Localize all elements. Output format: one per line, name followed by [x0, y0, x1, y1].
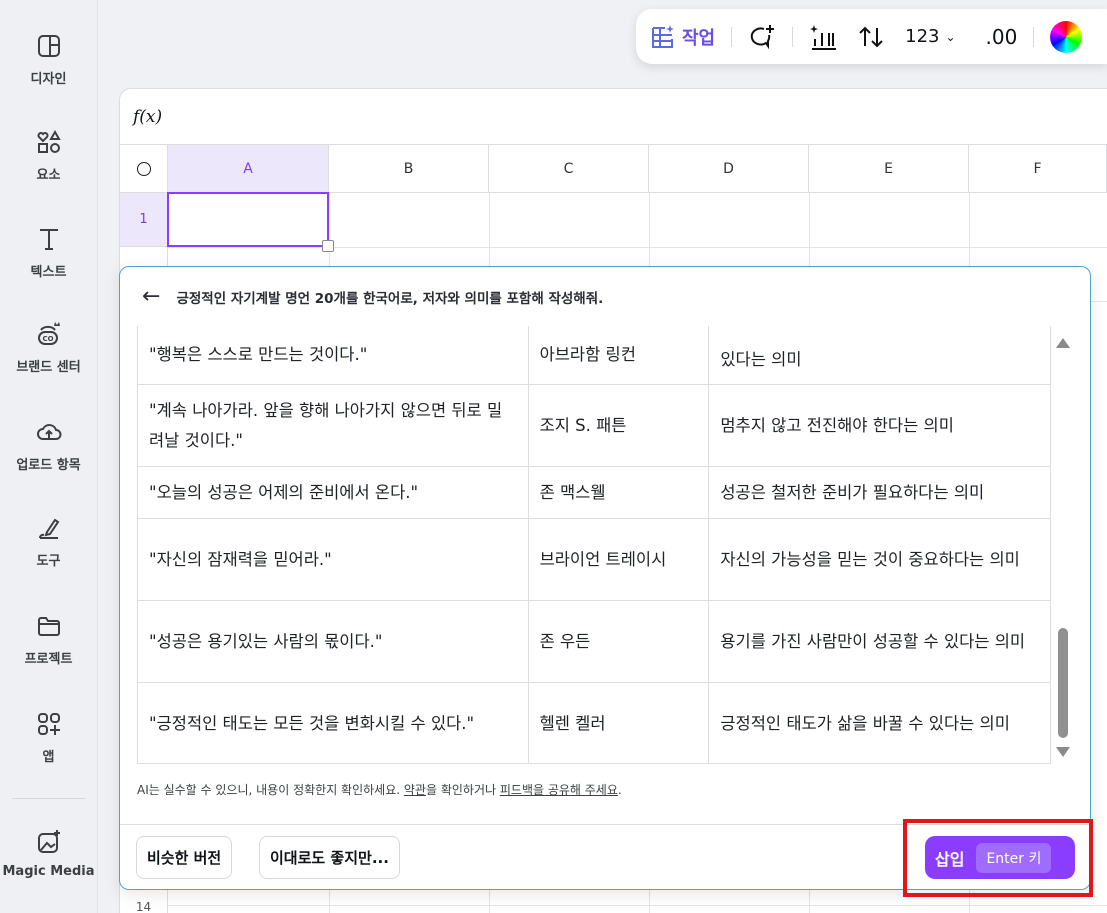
quote-cell: "계속 나아가라. 앞을 향해 나아가지 않으면 뒤로 밀려날 것이다." — [137, 384, 529, 467]
author-cell: 조지 S. 패튼 — [527, 384, 710, 467]
meaning-cell: 자신의 가능성을 믿는 것이 중요하다는 의미 — [708, 518, 1051, 601]
sidebar-item-design[interactable]: 디자인 — [0, 32, 97, 87]
table-row: "자신의 잠재력을 믿어라." 브라이언 트레이시 자신의 가능성을 믿는 것이 중… — [137, 518, 1051, 601]
scrollbar[interactable] — [1053, 326, 1073, 764]
color-picker-button[interactable] — [1050, 20, 1083, 53]
author-cell: 존 우든 — [527, 600, 710, 683]
row-header-14[interactable]: 14 — [136, 901, 151, 913]
chart-sparkle-icon — [810, 24, 837, 50]
formula-bar[interactable]: f(x) — [120, 89, 1107, 145]
terms-link[interactable]: 약관 — [404, 783, 426, 797]
number-format-dropdown[interactable]: 123 ⌄ — [905, 26, 955, 47]
sidebar: 디자인 요소 텍스트 CO 브랜드 센터 업로드 항목 도구 프로젝트 앱 Ma… — [0, 0, 98, 913]
selected-cell-a1[interactable] — [167, 192, 329, 247]
magic-table-icon — [652, 24, 674, 48]
toolbar-divider — [1033, 26, 1035, 47]
refine-button[interactable]: 이대로도 좋지만... — [259, 836, 400, 879]
quote-cell: "오늘의 성공은 어제의 준비에서 온다." — [137, 466, 529, 519]
column-header-d[interactable]: D — [649, 145, 809, 193]
sidebar-item-uploads[interactable]: 업로드 항목 — [0, 418, 97, 473]
task-button[interactable]: 작업 — [650, 24, 715, 50]
column-header-e[interactable]: E — [809, 145, 969, 193]
brand-icon: CO — [37, 322, 60, 345]
row-header-1[interactable]: 1 — [120, 193, 168, 247]
sidebar-item-text[interactable]: 텍스트 — [0, 225, 97, 280]
sidebar-item-elements[interactable]: 요소 — [0, 128, 97, 183]
scroll-up-icon[interactable] — [1056, 338, 1070, 348]
column-header-c[interactable]: C — [489, 145, 649, 193]
quote-cell: "자신의 잠재력을 믿어라." — [137, 518, 529, 601]
prompt-text: 긍정적인 자기계발 명언 20개를 한국어로, 저자와 의미를 포함해 작성해줘… — [176, 290, 604, 307]
column-header-a[interactable]: A — [168, 145, 329, 193]
quote-cell: "성공은 용기있는 사람의 몫이다." — [137, 600, 529, 683]
meaning-cell: 있다는 의미 — [708, 326, 1051, 385]
meaning-cell: 용기를 가진 사람만이 성공할 수 있다는 의미 — [708, 600, 1051, 683]
sidebar-item-apps[interactable]: 앱 — [0, 710, 97, 765]
sidebar-item-magic-media[interactable]: Magic Media — [0, 828, 97, 879]
sort-icon — [859, 26, 883, 47]
color-wheel-icon — [1050, 20, 1083, 53]
add-comment-button[interactable] — [748, 23, 776, 51]
decimal-button[interactable]: .00 — [986, 25, 1018, 49]
dialog-header: ← 긍정적인 자기계발 명언 20개를 한국어로, 저자와 의미를 포함해 작성… — [120, 267, 1090, 326]
comment-add-icon — [750, 24, 775, 49]
sidebar-item-brand[interactable]: CO 브랜드 센터 — [0, 320, 97, 375]
meaning-cell: 성공은 철저한 준비가 필요하다는 의미 — [708, 466, 1051, 519]
apps-icon — [37, 713, 60, 735]
table-row: "긍정적인 태도는 모든 것을 변화시킬 수 있다." 헬렌 켈러 긍정적인 태도가… — [137, 682, 1051, 763]
back-arrow-icon[interactable]: ← — [142, 284, 160, 309]
quote-cell: "긍정적인 태도는 모든 것을 변화시킬 수 있다." — [137, 682, 529, 763]
chevron-down-icon: ⌄ — [945, 29, 956, 44]
author-cell: 브라이언 트레이시 — [527, 518, 710, 601]
feedback-link[interactable]: 피드백을 공유해 주세요 — [500, 783, 618, 797]
shapes-icon — [37, 129, 61, 153]
meaning-cell: 긍정적인 태도가 삶을 바꿀 수 있다는 의미 — [708, 682, 1051, 763]
meaning-cell: 멈추지 않고 전진해야 한다는 의미 — [708, 384, 1051, 467]
disclaimer: AI는 실수할 수 있으니, 내용이 정확한지 확인하세요. 약관을 확인하거나… — [137, 783, 622, 797]
table-row: "오늘의 성공은 어제의 준비에서 온다." 존 맥스웰 성공은 철저한 준비가 필… — [137, 466, 1051, 519]
author-cell: 아브라함 링컨 — [527, 326, 710, 385]
magic-media-icon — [37, 830, 60, 853]
author-cell: 헬렌 켈러 — [527, 682, 710, 763]
table-row: "행복은 스스로 만드는 것이다." 아브라함 링컨 있다는 의미 — [137, 326, 1051, 385]
result-table: "행복은 스스로 만드는 것이다." 아브라함 링컨 있다는 의미 "계속 나아가라… — [137, 326, 1051, 763]
ai-result-dialog: ← 긍정적인 자기계발 명언 20개를 한국어로, 저자와 의미를 포함해 작성… — [119, 266, 1091, 890]
table-row: "계속 나아가라. 앞을 향해 나아가지 않으면 뒤로 밀려날 것이다." 조지 … — [137, 384, 1051, 467]
fill-handle[interactable] — [322, 240, 334, 252]
cloud-upload-icon — [36, 424, 61, 440]
column-header-f[interactable]: F — [969, 145, 1107, 193]
pen-icon — [38, 518, 59, 539]
select-all-button[interactable] — [120, 145, 168, 193]
insights-button[interactable] — [809, 23, 837, 51]
similar-version-button[interactable]: 비슷한 버전 — [136, 836, 233, 879]
floating-toolbar: 작업 123 ⌄ .00 — [636, 9, 1107, 64]
layout-icon — [37, 35, 60, 57]
grid-line — [168, 247, 1107, 248]
author-cell: 존 맥스웰 — [527, 466, 710, 519]
svg-text:CO: CO — [42, 335, 53, 343]
column-header-b[interactable]: B — [329, 145, 489, 193]
text-icon — [39, 229, 58, 250]
sidebar-divider — [12, 798, 85, 799]
sort-button[interactable] — [857, 23, 885, 51]
circle-icon — [136, 161, 151, 176]
toolbar-divider — [792, 26, 794, 47]
table-row: "성공은 용기있는 사람의 몫이다." 존 우든 용기를 가진 사람만이 성공할 수… — [137, 600, 1051, 683]
scroll-down-icon[interactable] — [1056, 747, 1070, 757]
grid-line — [168, 905, 1107, 906]
result-table-container[interactable]: "행복은 스스로 만드는 것이다." 아브라함 링컨 있다는 의미 "계속 나아가라… — [137, 326, 1051, 764]
highlight-box — [903, 819, 1093, 897]
scrollbar-thumb[interactable] — [1058, 628, 1068, 738]
sidebar-item-projects[interactable]: 프로젝트 — [0, 612, 97, 667]
quote-cell: "행복은 스스로 만드는 것이다." — [137, 326, 529, 385]
folder-icon — [37, 617, 60, 636]
toolbar-divider — [731, 26, 733, 47]
sidebar-item-tools[interactable]: 도구 — [0, 514, 97, 569]
